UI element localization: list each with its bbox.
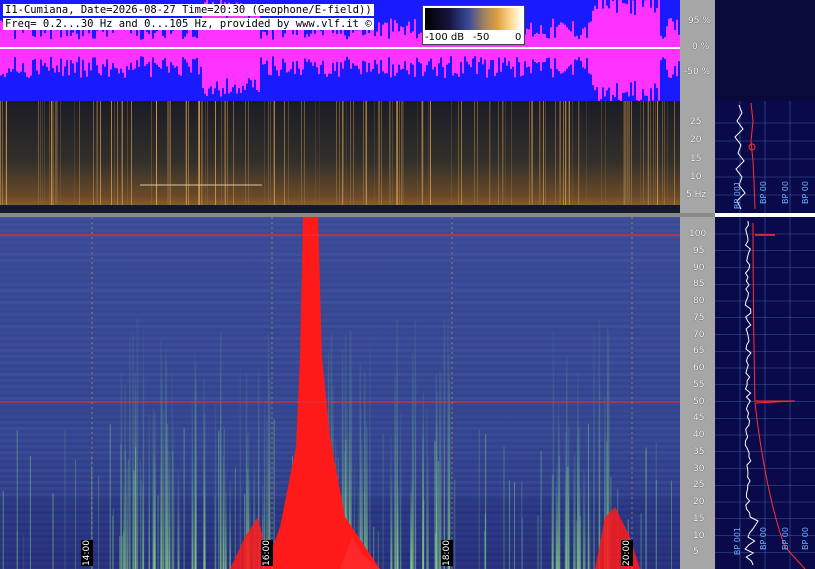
high-axis-tick: 40 — [693, 430, 705, 440]
high-axis-tick: 60 — [693, 363, 705, 373]
side-label: BP 00 — [781, 181, 790, 205]
page-title: I1-Cumiana, Date=2026-08-27 Time=20:30 (… — [3, 4, 374, 16]
high-spectrogram-canvas — [0, 217, 680, 569]
time-label-2000: 20:00 — [621, 540, 633, 566]
high-axis-tick: 95 — [693, 245, 705, 256]
side-label: BP 00 — [759, 527, 768, 551]
side-label: BP 00 — [759, 181, 768, 205]
high-axis-tick: 10 — [693, 530, 705, 541]
high-axis-tick: 70 — [693, 329, 705, 340]
high-axis-tick: 100 — [689, 229, 707, 239]
low-axis-tick: 25 — [690, 117, 702, 127]
colorbar-gradient — [425, 8, 522, 30]
high-side-plot — [715, 217, 815, 569]
low-axis-tick: 10 — [690, 172, 702, 182]
vlf-spectrogram-screen: -100 dB -50 0 I1-Cumiana, Date=2026-08-2… — [0, 0, 815, 569]
high-axis-tick: 55 — [693, 379, 705, 390]
low-axis-tick: 5 Hz — [686, 190, 707, 200]
side-label: BP 001 — [733, 527, 742, 556]
top-axis-panel: 95 % 0 % -50 % — [680, 0, 715, 101]
low-spectrogram-canvas — [0, 101, 680, 213]
time-label-1400: 14:00 — [81, 540, 93, 566]
colorbar-legend: -100 dB -50 0 — [422, 5, 525, 45]
high-axis-tick: 65 — [693, 346, 705, 357]
top-axis-tick: 95 % — [688, 16, 711, 26]
colorbar-label-min: -100 dB — [425, 32, 465, 43]
side-label: BP 001 — [733, 181, 742, 210]
high-axis-tick: 75 — [693, 312, 705, 323]
high-axis-tick: 90 — [693, 262, 705, 273]
high-axis-tick: 5 — [693, 547, 699, 558]
colorbar-label-max: 0 — [515, 32, 522, 43]
high-axis-tick: 15 — [693, 513, 705, 524]
side-label: BP 00 — [781, 527, 790, 551]
time-label-1600: 16:00 — [261, 540, 273, 566]
low-axis-tick: 20 — [690, 135, 702, 145]
top-axis-tick: -50 % — [684, 67, 711, 77]
red-profile-line — [752, 222, 806, 569]
high-axis-tick: 85 — [693, 279, 705, 290]
high-axis-tick: 25 — [693, 480, 705, 491]
low-frequency-axis: 25 20 15 10 5 Hz — [680, 101, 715, 213]
colorbar-label-mid: -50 — [473, 32, 490, 43]
high-side-panel: BP 001 BP 00 BP 00 BP 00 — [715, 217, 815, 569]
high-axis-tick: 20 — [693, 497, 705, 507]
side-label: BP 00 — [801, 181, 810, 205]
high-axis-tick: 80 — [693, 296, 705, 306]
high-axis-tick: 35 — [693, 446, 705, 457]
high-axis-tick: 50 — [693, 396, 705, 407]
low-frequency-spectrogram — [0, 101, 680, 213]
high-axis-tick: 45 — [693, 413, 705, 424]
top-axis-tick: 0 % — [692, 42, 710, 52]
high-frequency-spectrogram — [0, 217, 680, 569]
top-side-panel — [715, 0, 815, 101]
low-side-panel: BP 001 BP 00 BP 00 BP 00 — [715, 101, 815, 213]
white-profile-line — [744, 220, 759, 566]
high-frequency-axis: 100 95 90 85 80 75 70 65 60 55 50 45 40 35 30 25 20 15 10 5 — [680, 217, 715, 569]
high-axis-tick: 30 — [693, 463, 705, 474]
side-label: BP 00 — [801, 527, 810, 551]
page-subtitle: Freq= 0.2...30 Hz and 0...105 Hz, provid… — [3, 18, 374, 30]
low-axis-tick: 15 — [690, 154, 702, 164]
time-label-1800: 18:00 — [441, 540, 453, 566]
